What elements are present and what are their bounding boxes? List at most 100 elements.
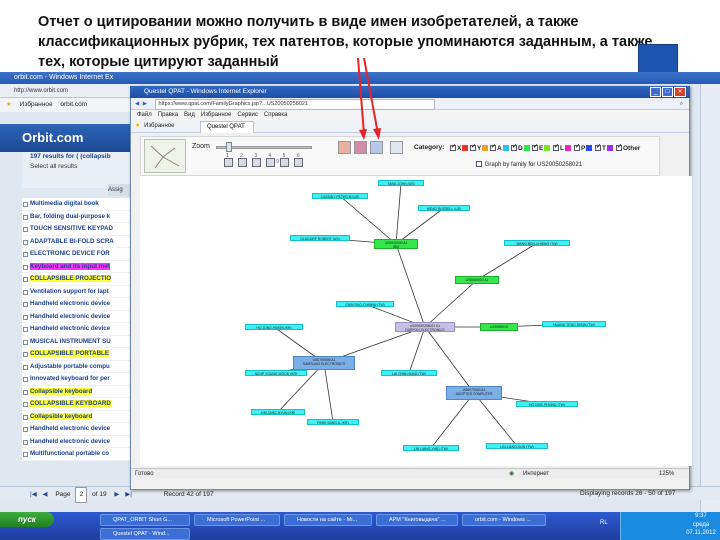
- result-checkbox[interactable]: [23, 352, 28, 357]
- result-checkbox[interactable]: [23, 289, 28, 295]
- inventor-node[interactable]: CHIN RUO-CHINNU (TW): [336, 301, 394, 307]
- result-checkbox[interactable]: [23, 439, 28, 445]
- result-row[interactable]: ELECTRONIC DEVICE FOR: [22, 248, 131, 261]
- result-checkbox[interactable]: [23, 264, 28, 270]
- category-checkbox[interactable]: [616, 143, 622, 151]
- result-row[interactable]: Handheld electronic device: [22, 311, 131, 323]
- save-icon[interactable]: [266, 158, 275, 167]
- result-title[interactable]: Keyboard and its input met: [30, 262, 110, 270]
- result-row[interactable]: Innovated keyboard for per: [22, 373, 131, 386]
- result-title[interactable]: Multimedia digital book: [30, 200, 99, 207]
- result-title[interactable]: Handheld electronic device: [30, 438, 110, 445]
- result-row[interactable]: Keyboard and its input met: [22, 261, 131, 273]
- result-checkbox[interactable]: [23, 277, 28, 282]
- taskbar-button[interactable]: АРМ "Книговыдача" ...: [376, 514, 458, 526]
- search-icon[interactable]: ⌕: [680, 98, 683, 110]
- category-filter[interactable]: E: [532, 143, 551, 152]
- category-checkbox[interactable]: [532, 143, 538, 151]
- close-icon[interactable]: ✕: [674, 87, 686, 97]
- result-checkbox[interactable]: [23, 364, 28, 370]
- category-filter[interactable]: Y: [470, 143, 489, 152]
- zoom-slider-handle[interactable]: [226, 142, 232, 152]
- menu-item[interactable]: Файл: [137, 112, 152, 118]
- inventor-node[interactable]: HUANG TENG-SHUN (TW): [542, 321, 606, 327]
- category-checkbox[interactable]: [490, 143, 496, 151]
- patent-node[interactable]: US6070000 A1 ADOPTER COMPUTER: [446, 386, 502, 400]
- result-checkbox[interactable]: [23, 402, 28, 407]
- category-filter[interactable]: L: [553, 143, 571, 152]
- inventor-node[interactable]: MEAD RUSSELL (US): [418, 205, 470, 211]
- inventor-node[interactable]: LIN LIANG-YING (TW): [403, 445, 459, 451]
- result-checkbox[interactable]: [23, 389, 28, 395]
- result-checkbox[interactable]: [23, 377, 28, 382]
- result-title[interactable]: Handheld electronic device: [30, 325, 110, 332]
- patent-node[interactable]: US5995025: [480, 323, 518, 331]
- result-title[interactable]: COLLAPSIBLE PROJECTIO: [30, 275, 112, 282]
- result-title[interactable]: Collapsible keyboard: [30, 412, 93, 420]
- inventor-node[interactable]: LAI CHIN-HUNG (TW): [381, 370, 437, 376]
- result-checkbox[interactable]: [23, 327, 28, 332]
- menu-item[interactable]: Справка: [264, 112, 288, 118]
- result-title[interactable]: MUSICAL INSTRUMENT SU: [30, 338, 111, 345]
- result-checkbox[interactable]: [23, 427, 28, 432]
- result-title[interactable]: Adjustable portable compu: [30, 363, 110, 370]
- result-row[interactable]: Ventilation support for lapt: [22, 286, 131, 298]
- result-checkbox[interactable]: [23, 252, 28, 257]
- page-input[interactable]: 2: [75, 487, 88, 503]
- menu-item[interactable]: Правка: [158, 112, 178, 118]
- taskbar-button[interactable]: orbit.com - Windows ...: [462, 514, 546, 526]
- result-row[interactable]: ADAPTABLE BI-FOLD SCRA: [22, 236, 131, 248]
- result-title[interactable]: Multifunctional portable co: [30, 450, 109, 457]
- inventor-node[interactable]: CASSIDY PETER M (US): [312, 193, 368, 199]
- export-icon[interactable]: [280, 158, 289, 167]
- result-title[interactable]: COLLAPSIBLE KEYBOARD: [30, 400, 111, 407]
- minimize-icon[interactable]: _: [650, 87, 661, 97]
- first-page-icon[interactable]: |◀: [30, 491, 37, 498]
- next-page-icon[interactable]: ▶: [114, 491, 119, 498]
- category-checkbox[interactable]: [595, 143, 601, 151]
- result-checkbox[interactable]: [23, 314, 28, 320]
- result-checkbox[interactable]: [23, 202, 28, 207]
- result-checkbox[interactable]: [23, 214, 28, 220]
- inventor-node[interactable]: WANG BEN-CHIENG (TW): [504, 240, 570, 246]
- patent-node[interactable]: US6860000 A1: [455, 276, 499, 284]
- back-icon[interactable]: ◀: [135, 101, 139, 107]
- result-title[interactable]: Collapsible keyboard: [30, 387, 93, 395]
- result-checkbox[interactable]: [23, 339, 28, 345]
- taskbar-button[interactable]: Microsoft PowerPoint ...: [194, 514, 280, 526]
- result-row[interactable]: Bar, folding dual-purpose k: [22, 211, 131, 223]
- favorites-star-icon[interactable]: ★: [6, 101, 12, 108]
- qpat-address-text[interactable]: https://www.qpat.com/FamilyGraphics.jsp?…: [154, 99, 435, 110]
- result-checkbox[interactable]: [23, 227, 28, 232]
- start-button[interactable]: пуск: [0, 512, 54, 527]
- category-filter[interactable]: P: [574, 143, 593, 152]
- category-filter[interactable]: T: [595, 143, 613, 152]
- result-row[interactable]: TOUCH SENSITIVE KEYPAD: [22, 223, 131, 236]
- category-checkbox[interactable]: [574, 143, 580, 151]
- category-checkbox[interactable]: [470, 143, 476, 151]
- result-title[interactable]: TOUCH SENSITIVE KEYPAD: [30, 225, 113, 232]
- prev-page-icon[interactable]: ◀: [43, 491, 48, 498]
- result-row[interactable]: Multifunctional portable co: [22, 448, 131, 461]
- graph-by-family-checkbox[interactable]: [476, 161, 482, 167]
- taskbar-button[interactable]: QPAT_ORBIT Short G...: [100, 514, 190, 526]
- result-title[interactable]: Handheld electronic device: [30, 300, 110, 307]
- category-filter[interactable]: Other: [616, 143, 640, 152]
- result-row[interactable]: Handheld electronic device: [22, 323, 131, 336]
- menu-item[interactable]: Избранное: [201, 112, 231, 118]
- select-all-link[interactable]: Select all results: [22, 162, 132, 172]
- result-title[interactable]: Innovated keyboard for per: [30, 375, 110, 382]
- last-page-icon[interactable]: ▶|: [125, 491, 132, 498]
- inventor-node[interactable]: HO DISE-PHONG (TW): [516, 401, 578, 407]
- qpat-tab[interactable]: Questel QPAT: [200, 121, 254, 133]
- result-row[interactable]: COLLAPSIBLE KEYBOARD: [22, 398, 131, 411]
- image-icon[interactable]: [294, 158, 303, 167]
- orbit-address-bar[interactable]: http://www.orbit.com: [0, 84, 140, 98]
- result-row[interactable]: Adjustable portable compu: [22, 361, 131, 373]
- inventor-node[interactable]: KIM JANG-HYUN (KR): [251, 409, 305, 415]
- menu-item[interactable]: Вид: [184, 112, 195, 118]
- favorites-star-icon[interactable]: ★: [135, 123, 140, 129]
- inventor-node[interactable]: HO JONG-HWON (KR): [245, 324, 303, 330]
- patent-node[interactable]: US5000000 A1 IBM: [374, 239, 418, 249]
- graph-thumbnail[interactable]: [144, 139, 186, 173]
